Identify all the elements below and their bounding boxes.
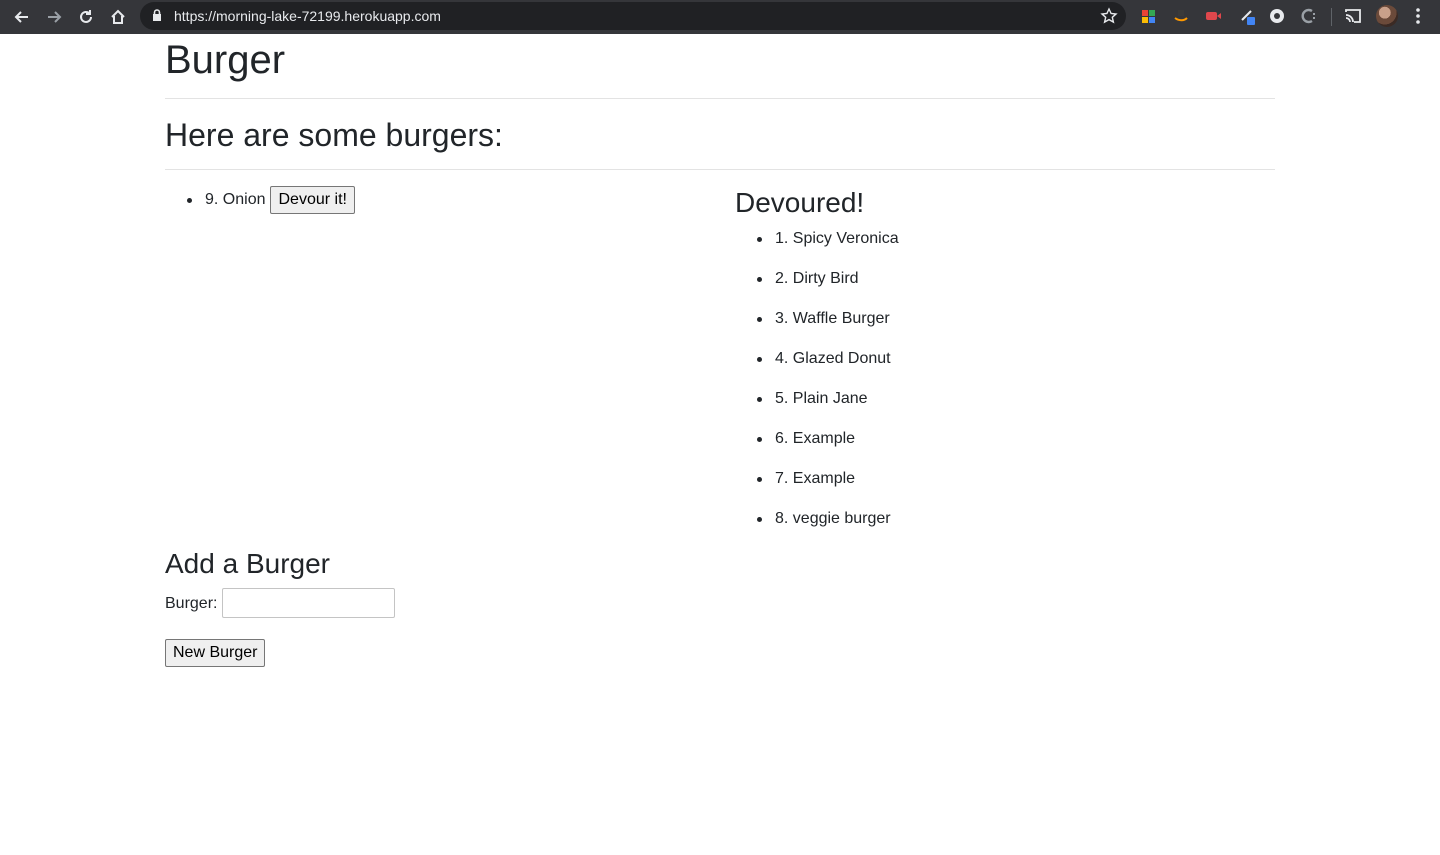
list-item: 4. Glazed Donut	[735, 347, 899, 387]
devoured-burger-list: 1. Spicy Veronica 2. Dirty Bird 3. Waffl…	[735, 227, 899, 547]
cast-icon[interactable]	[1343, 6, 1363, 26]
bullet-icon	[757, 517, 762, 522]
list-item: 5. Plain Jane	[735, 387, 899, 427]
extension-circle-icon[interactable]	[1267, 6, 1287, 26]
bullet-icon	[757, 477, 762, 482]
list-item: 3. Waffle Burger	[735, 307, 899, 347]
address-bar[interactable]: https://morning-lake-72199.herokuapp.com	[140, 2, 1126, 30]
bullet-icon	[187, 198, 192, 203]
devoured-burger-name: 5. Plain Jane	[775, 390, 868, 407]
devoured-burger-name: 8. veggie burger	[775, 510, 891, 527]
burgers-heading: Here are some burgers:	[165, 117, 503, 153]
bullet-icon	[757, 397, 762, 402]
list-item: 8. veggie burger	[735, 507, 899, 547]
burger-input-label: Burger:	[165, 595, 218, 612]
devoured-burger-name: 4. Glazed Donut	[775, 350, 891, 367]
bullet-icon	[757, 317, 762, 322]
bookmark-star-icon[interactable]	[1100, 7, 1118, 30]
forward-arrow-icon[interactable]	[42, 5, 66, 29]
url-text: https://morning-lake-72199.herokuapp.com	[174, 8, 441, 24]
bullet-icon	[757, 437, 762, 442]
browser-toolbar: https://morning-lake-72199.herokuapp.com	[0, 0, 1440, 34]
extension-amazon-icon[interactable]	[1171, 6, 1191, 26]
devoured-burger-name: 2. Dirty Bird	[775, 270, 859, 287]
toolbar-divider	[1331, 8, 1332, 26]
title-divider	[165, 98, 1275, 99]
extension-eyedropper-icon[interactable]	[1238, 6, 1258, 26]
list-item: 7. Example	[735, 467, 899, 507]
bullet-icon	[757, 237, 762, 242]
back-arrow-icon[interactable]	[10, 5, 34, 29]
add-burger-heading: Add a Burger	[165, 548, 330, 579]
devoured-burger-name: 3. Waffle Burger	[775, 310, 890, 327]
home-icon[interactable]	[106, 5, 130, 29]
reload-icon[interactable]	[74, 5, 98, 29]
extension-c-icon[interactable]	[1299, 6, 1319, 26]
extension-video-icon[interactable]	[1203, 6, 1223, 26]
devoured-burger-name: 1. Spicy Veronica	[775, 230, 899, 247]
list-item: 9. Onion Devour it!	[165, 186, 355, 214]
list-item: 6. Example	[735, 427, 899, 467]
profile-avatar[interactable]	[1376, 5, 1398, 27]
page-title: Burger	[165, 38, 286, 82]
devour-button[interactable]: Devour it!	[270, 186, 355, 214]
heading-divider	[165, 169, 1275, 170]
devoured-burger-name: 6. Example	[775, 430, 856, 447]
devoured-heading: Devoured!	[735, 187, 865, 218]
more-menu-icon[interactable]	[1412, 6, 1424, 31]
burger-name: 9. Onion	[205, 191, 266, 208]
devoured-burger-name: 7. Example	[775, 470, 856, 487]
list-item: 2. Dirty Bird	[735, 267, 899, 307]
new-burger-button[interactable]: New Burger	[165, 639, 266, 667]
uneaten-burger-list: 9. Onion Devour it!	[165, 186, 355, 214]
bullet-icon	[757, 277, 762, 282]
lock-icon	[152, 9, 162, 27]
list-item: 1. Spicy Veronica	[735, 227, 899, 267]
burger-name-input[interactable]	[222, 588, 395, 618]
bullet-icon	[757, 357, 762, 362]
extension-colorful-icon[interactable]	[1139, 6, 1159, 26]
